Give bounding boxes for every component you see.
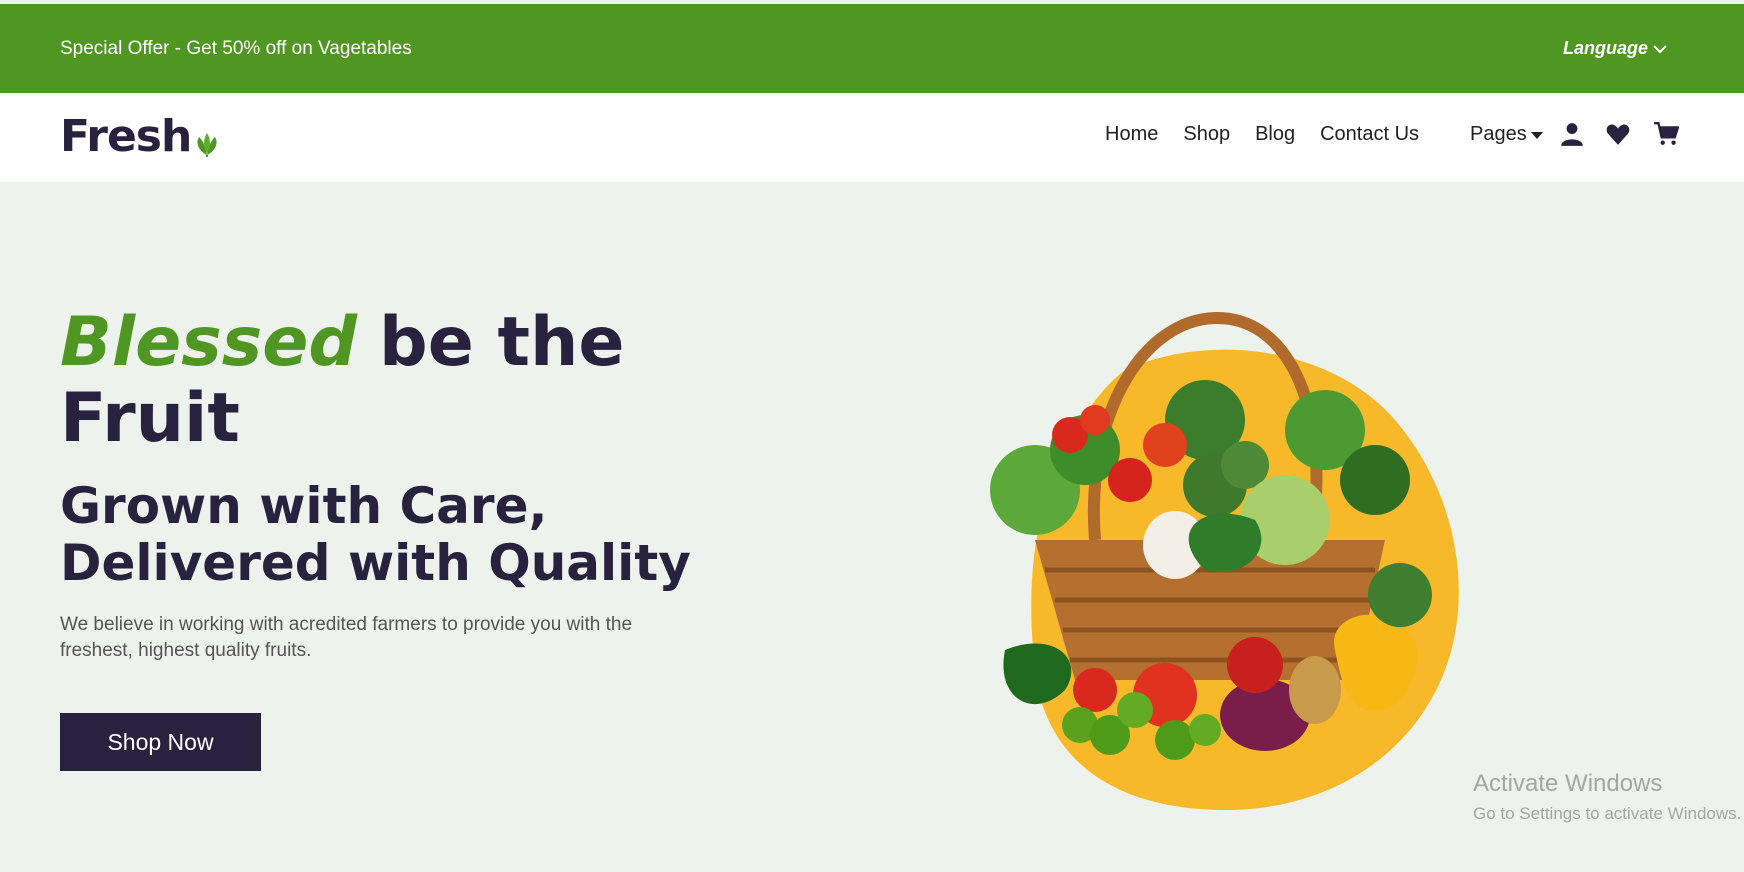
nav-pages-dropdown[interactable]: Pages <box>1470 123 1543 146</box>
special-offer-text: Special Offer - Get 50% off on Vagetable… <box>60 38 412 59</box>
nav-blog[interactable]: Blog <box>1255 123 1295 146</box>
main-navbar: Fresh Home Shop Blog Contact Us Pages <box>0 93 1744 182</box>
top-offer-bar: Special Offer - Get 50% off on Vagetable… <box>0 4 1744 93</box>
hero-title-accent: Blessed <box>60 303 358 382</box>
hero-title: Blessed be the Fruit <box>60 305 700 457</box>
leaf-icon <box>197 133 217 157</box>
nav-shop[interactable]: Shop <box>1183 123 1230 146</box>
hero-description: We believe in working with acredited far… <box>60 614 633 661</box>
shop-now-button[interactable]: Shop Now <box>60 713 261 771</box>
watermark-line1: Activate Windows <box>1473 770 1663 797</box>
watermark-line2: Go to Settings to activate Windows. <box>1473 804 1742 823</box>
caret-down-icon <box>1530 132 1543 139</box>
nav-contact-us[interactable]: Contact Us <box>1320 123 1419 146</box>
user-icon[interactable] <box>1559 121 1585 147</box>
brand-logo[interactable]: Fresh <box>60 113 221 161</box>
brand-name: Fresh <box>60 111 192 162</box>
vegetable-basket-image <box>975 310 1495 820</box>
nav-home[interactable]: Home <box>1105 123 1158 146</box>
heart-icon[interactable] <box>1605 121 1631 147</box>
pages-label: Pages <box>1470 123 1527 145</box>
cart-icon[interactable] <box>1653 121 1679 147</box>
chevron-down-icon <box>1653 44 1667 53</box>
hero-subtitle: Grown with Care, Delivered with Quality <box>60 477 691 592</box>
language-dropdown[interactable]: Language <box>1563 38 1668 59</box>
language-label: Language <box>1562 38 1648 58</box>
windows-activation-watermark: Activate Windows Go to Settings to activ… <box>1473 770 1741 824</box>
